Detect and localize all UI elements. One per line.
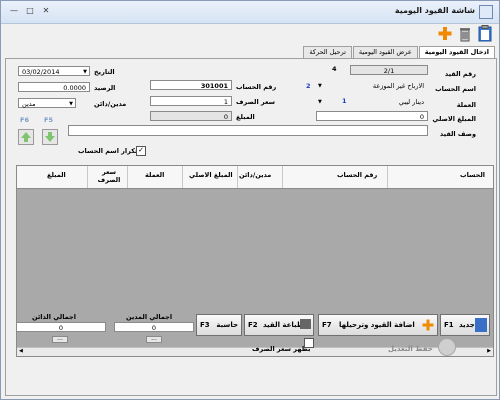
- col-account: الحساب: [460, 171, 485, 179]
- currency-value: دينار ليبي: [398, 98, 424, 106]
- move-down-button[interactable]: [42, 129, 58, 145]
- total-credit-field: 0: [16, 322, 106, 332]
- balance-label: الرصيد: [94, 84, 116, 92]
- save-edit-label: حفظ التعديل: [388, 345, 433, 353]
- chevron-down-icon[interactable]: ▼: [318, 97, 322, 107]
- repeat-account-checkbox[interactable]: ✓: [136, 146, 146, 156]
- new-key: F1: [444, 321, 454, 329]
- balance-field[interactable]: 0.0000: [18, 82, 90, 92]
- entry-panel: رقم القيد 2/1 4 التاريخ 03/02/2014 ▼ اسم…: [5, 58, 497, 396]
- col-original-amount: المبلغ الاصلي: [189, 171, 233, 179]
- calc-key: F3: [200, 321, 210, 329]
- tab-post-movement[interactable]: ترحيل الحركة: [303, 46, 352, 58]
- grid-header: الحساب رقم الحساب مدين/دائن المبلغ الاصل…: [17, 166, 493, 189]
- total-debit-more-button[interactable]: ...: [146, 336, 162, 343]
- currency-label: العملة: [456, 101, 476, 109]
- currency-select[interactable]: ▼ دينار ليبي: [316, 97, 428, 107]
- col-currency: العملة: [145, 171, 165, 179]
- debit-credit-value: مدين: [22, 100, 36, 108]
- scroll-right-icon[interactable]: ▶: [487, 348, 491, 354]
- printer-icon: [300, 319, 311, 329]
- amount-label: المبلغ: [236, 113, 255, 121]
- entry-no-label: رقم القيد: [444, 70, 476, 78]
- col-account-no: رقم الحساب: [337, 171, 378, 179]
- arrow-up-icon: [21, 132, 31, 142]
- minimize-icon[interactable]: —: [9, 6, 19, 15]
- maximize-icon[interactable]: □: [25, 6, 35, 15]
- date-label: التاريخ: [94, 68, 115, 76]
- new-label: جديد: [459, 321, 475, 329]
- total-debit-field: 0: [114, 322, 194, 332]
- currency-num: 1: [342, 97, 347, 105]
- calculator-button[interactable]: F3 حاسبة: [196, 314, 242, 336]
- date-value: 03/02/2014: [22, 68, 60, 76]
- main-window: — □ ✕ شاشة القيود اليومية ترحيل الحركة ع…: [0, 0, 500, 400]
- col-amount: المبلغ: [47, 171, 66, 179]
- account-name-value: الارباح غير الموزعة: [372, 82, 424, 90]
- tab-view-entries[interactable]: عرض القيود اليومية: [352, 46, 418, 58]
- entry-no-field[interactable]: 2/1: [350, 65, 428, 75]
- app-icon: [479, 5, 493, 19]
- repeat-account-label: تكرار اسم الحساب: [78, 147, 138, 155]
- total-credit-more-button[interactable]: ...: [52, 336, 68, 343]
- exchange-rate-label: سعر الصرف: [236, 98, 276, 106]
- col-debit-credit: مدين/دائن: [239, 171, 272, 179]
- show-rate-label: بظهر سعر الصرف: [252, 345, 311, 353]
- amount-field: 0: [150, 111, 232, 121]
- account-no-field[interactable]: 301001: [150, 80, 232, 90]
- title-bar: — □ ✕ شاشة القيود اليومية: [1, 1, 499, 24]
- new-doc-icon: [475, 318, 487, 332]
- original-amount-label: المبلغ الاصلي: [432, 115, 476, 123]
- close-icon[interactable]: ✕: [41, 6, 51, 15]
- print-entry-button[interactable]: F2 طباعة القيد: [244, 314, 314, 336]
- calendar-dropdown-icon[interactable]: ▼: [83, 67, 87, 77]
- clipboard-icon[interactable]: [477, 25, 493, 42]
- chevron-down-icon[interactable]: ▼: [318, 81, 322, 91]
- debit-credit-select[interactable]: مدين ▼: [18, 98, 76, 108]
- add-label: اضافة القيود وترحيلها: [339, 321, 415, 329]
- original-amount-field[interactable]: 0: [316, 111, 428, 121]
- chevron-down-icon[interactable]: ▼: [69, 99, 73, 109]
- account-name-num: 2: [306, 82, 311, 90]
- trash-icon[interactable]: [457, 25, 473, 42]
- scroll-left-icon[interactable]: ◀: [19, 348, 23, 354]
- plus-icon: [422, 319, 434, 331]
- total-credit-label: اجمالي الدائن: [32, 313, 76, 321]
- print-label: طباعة القيد: [263, 321, 304, 329]
- description-label: وصف القيد: [439, 130, 476, 138]
- description-field[interactable]: [68, 125, 428, 136]
- account-no-label: رقم الحساب: [236, 83, 277, 91]
- total-debit-label: اجمالي المدين: [126, 313, 173, 321]
- account-name-select[interactable]: ▼ الارباح غير الموزعة: [316, 81, 428, 91]
- f5-label: F5: [44, 116, 53, 124]
- entry-no-side: 4: [332, 65, 337, 73]
- tab-strip: ترحيل الحركة عرض القيود اليومية ادخال ال…: [303, 46, 495, 59]
- toolbar: [1, 24, 499, 44]
- date-field[interactable]: 03/02/2014 ▼: [18, 66, 90, 76]
- add-and-post-button[interactable]: F7 اضافة القيود وترحيلها: [318, 314, 438, 336]
- save-edit-icon: [438, 338, 456, 356]
- account-name-label: اسم الحساب: [435, 85, 476, 93]
- plus-icon[interactable]: [437, 25, 453, 42]
- f6-label: F6: [20, 116, 29, 124]
- exchange-rate-field[interactable]: 1: [150, 96, 232, 106]
- debit-credit-label: مدين/دائن: [94, 100, 127, 108]
- new-entry-button[interactable]: F1 جديد: [440, 314, 490, 336]
- col-exchange-rate: سعر الصرف: [97, 168, 121, 184]
- print-key: F2: [248, 321, 258, 329]
- window-title: شاشة القيود اليومية: [394, 6, 475, 15]
- save-edit-button[interactable]: حفظ التعديل: [388, 340, 434, 358]
- arrow-down-icon: [45, 132, 55, 142]
- add-key: F7: [322, 321, 332, 329]
- calc-label: حاسبة: [216, 321, 238, 329]
- move-up-button[interactable]: [18, 129, 34, 145]
